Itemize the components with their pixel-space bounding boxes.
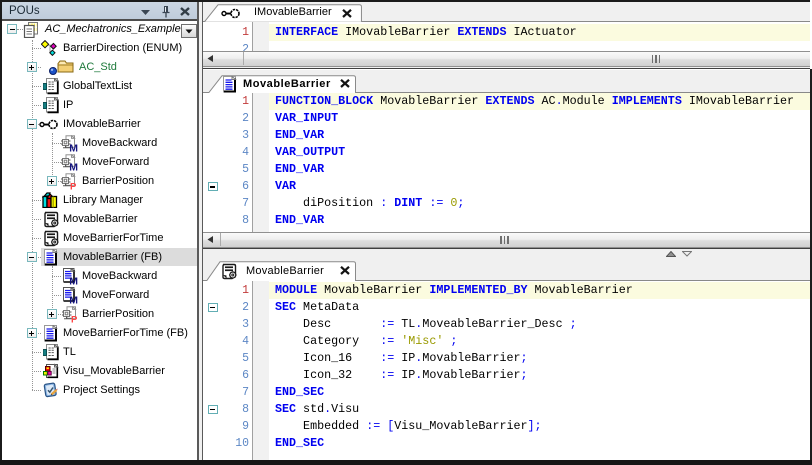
svg-text:P: P [71, 315, 78, 323]
svg-text:P: P [70, 182, 77, 190]
svg-text:M: M [69, 276, 78, 285]
svg-text:M: M [69, 142, 78, 152]
svg-text:M: M [69, 161, 78, 171]
svg-text:M: M [69, 295, 78, 304]
